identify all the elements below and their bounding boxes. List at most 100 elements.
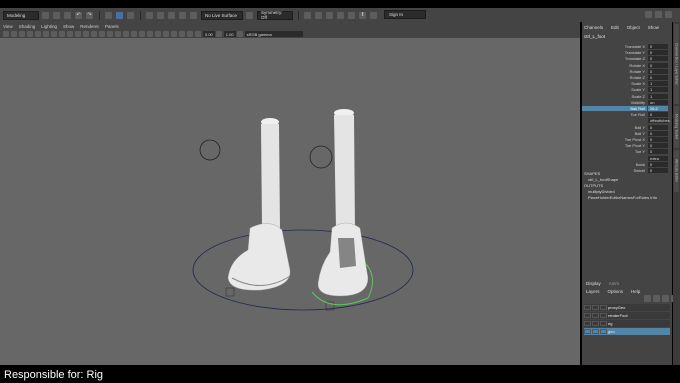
- menu-renderer[interactable]: Renderer: [80, 24, 99, 29]
- menu-help[interactable]: Help: [631, 289, 640, 294]
- save-scene-icon[interactable]: [64, 11, 71, 19]
- 3d-viewport[interactable]: [0, 38, 580, 365]
- new-layer-icon[interactable]: [662, 295, 669, 302]
- depth-of-field-icon[interactable]: [163, 31, 169, 37]
- playback-toggle[interactable]: [592, 305, 599, 310]
- redo-icon[interactable]: ↷: [86, 11, 93, 19]
- history-icon[interactable]: [304, 11, 311, 19]
- isolate-select-icon[interactable]: [171, 31, 177, 37]
- attribute-label[interactable]: [582, 156, 647, 161]
- anti-alias-icon[interactable]: [155, 31, 161, 37]
- attribute-label[interactable]: Visibility: [582, 100, 647, 105]
- attribute-label[interactable]: Scale Y: [582, 87, 647, 92]
- attribute-label[interactable]: Rotate X: [582, 63, 647, 68]
- render-settings-icon[interactable]: [337, 11, 344, 19]
- attribute-value[interactable]: on: [648, 99, 668, 105]
- attribute-value[interactable]: 0: [648, 44, 668, 49]
- knee-pole-control-left[interactable]: [199, 139, 221, 161]
- resolution-gate-icon[interactable]: [51, 31, 57, 37]
- symmetry-dropdown[interactable]: Symmetry: Off: [257, 10, 293, 20]
- snap-grid-icon[interactable]: [146, 11, 153, 19]
- exposure-field[interactable]: 0.00: [203, 31, 215, 37]
- layer-row[interactable]: renderFoot: [584, 312, 670, 319]
- snap-curve-icon[interactable]: [157, 11, 164, 19]
- attribute-label[interactable]: Translate Y: [582, 50, 647, 55]
- layer-row-selected[interactable]: geo: [584, 328, 670, 335]
- left-leg[interactable]: [261, 124, 280, 228]
- film-gate-icon[interactable]: [43, 31, 49, 37]
- attribute-label[interactable]: Rotate Y: [582, 69, 647, 74]
- attribute-label[interactable]: Scale X: [582, 81, 647, 86]
- bookmark-icon[interactable]: [19, 31, 25, 37]
- attribute-label[interactable]: Bank: [582, 162, 647, 167]
- attribute-label[interactable]: Ball Y: [582, 125, 647, 130]
- gamma-icon[interactable]: [215, 31, 222, 37]
- attribute-label[interactable]: Toe Pivot Y: [582, 143, 647, 148]
- attribute-value[interactable]: extra: [648, 155, 668, 161]
- exposure-icon[interactable]: [195, 31, 201, 37]
- hypershade-icon[interactable]: [348, 11, 355, 19]
- attribute-label[interactable]: Toe Roll: [582, 112, 647, 117]
- menu-options[interactable]: Options: [608, 289, 624, 294]
- playback-toggle[interactable]: [592, 313, 599, 318]
- visibility-toggle[interactable]: [584, 321, 591, 326]
- menu-layers[interactable]: Layers: [586, 289, 600, 294]
- side-tab-modeling-toolkit[interactable]: Modeling Toolkit: [674, 106, 679, 148]
- pause-icon[interactable]: ‖: [359, 11, 366, 19]
- side-tab-attribute-editor[interactable]: Attribute Editor: [674, 150, 679, 192]
- ambient-occlusion-icon[interactable]: [139, 31, 145, 37]
- attribute-label[interactable]: Scale Z: [582, 94, 647, 99]
- select-component-icon[interactable]: [127, 11, 134, 19]
- right-leg[interactable]: [334, 115, 355, 230]
- undo-icon[interactable]: ↶: [75, 11, 82, 19]
- attribute-value[interactable]: 0: [648, 137, 668, 142]
- gate-mask-icon[interactable]: [59, 31, 65, 37]
- attribute-value[interactable]: 0: [648, 168, 668, 173]
- new-scene-icon[interactable]: [42, 11, 49, 19]
- display-type-toggle[interactable]: [600, 321, 607, 326]
- main-control-curve[interactable]: [192, 229, 414, 311]
- layer-row[interactable]: rig: [584, 320, 670, 327]
- grid-icon[interactable]: [35, 31, 41, 37]
- output-node[interactable]: PlaceHolderEditorNamesForRules Info: [588, 195, 657, 200]
- visibility-toggle[interactable]: [584, 329, 591, 334]
- xray-icon[interactable]: [179, 31, 185, 37]
- attribute-label[interactable]: Toe Y: [582, 149, 647, 154]
- layer-row[interactable]: proxyGeo: [584, 304, 670, 311]
- attribute-value[interactable]: 1: [648, 81, 668, 87]
- colorspace-dropdown[interactable]: sRGB gamma: [244, 31, 303, 37]
- textured-icon[interactable]: [115, 31, 121, 37]
- attribute-value[interactable]: 0: [648, 124, 668, 130]
- xray-joints-icon[interactable]: [187, 31, 193, 37]
- gamma-field[interactable]: 1.00: [223, 31, 236, 37]
- visibility-toggle[interactable]: [584, 305, 591, 310]
- attribute-label[interactable]: Ball Roll: [582, 106, 647, 111]
- menu-show[interactable]: Show: [63, 24, 74, 29]
- select-hierarchy-icon[interactable]: [105, 11, 112, 19]
- shadows-icon[interactable]: [131, 31, 137, 37]
- select-object-icon[interactable]: [116, 11, 123, 19]
- open-scene-icon[interactable]: [53, 11, 60, 19]
- move-layer-up-icon[interactable]: [644, 295, 651, 302]
- menu-shading[interactable]: Shading: [19, 24, 36, 29]
- panel-icon[interactable]: [665, 11, 672, 18]
- attribute-value[interactable]: 0: [648, 130, 668, 136]
- camera-attributes-icon[interactable]: [11, 31, 17, 37]
- settings-icon[interactable]: [645, 11, 652, 18]
- snap-view-icon[interactable]: [190, 11, 197, 19]
- attribute-label[interactable]: Translate X: [582, 44, 647, 49]
- side-tab-channel-box[interactable]: Channel Box / Layer Editor: [674, 24, 679, 104]
- visibility-toggle[interactable]: [584, 313, 591, 318]
- attribute-value[interactable]: 0: [648, 149, 668, 155]
- snap-surface-icon[interactable]: [179, 11, 186, 19]
- attribute-label[interactable]: Toe Pivot X: [582, 137, 647, 142]
- symmetry-icon[interactable]: [246, 11, 253, 19]
- arnold-icon[interactable]: [370, 11, 377, 19]
- attribute-value[interactable]: 0: [648, 143, 668, 149]
- layout-icon[interactable]: [655, 11, 662, 18]
- playback-toggle[interactable]: [592, 321, 599, 326]
- ik-control-left[interactable]: [225, 287, 235, 297]
- smooth-shade-icon[interactable]: [99, 31, 105, 37]
- color-management-icon[interactable]: [236, 31, 243, 37]
- safe-title-icon[interactable]: [83, 31, 89, 37]
